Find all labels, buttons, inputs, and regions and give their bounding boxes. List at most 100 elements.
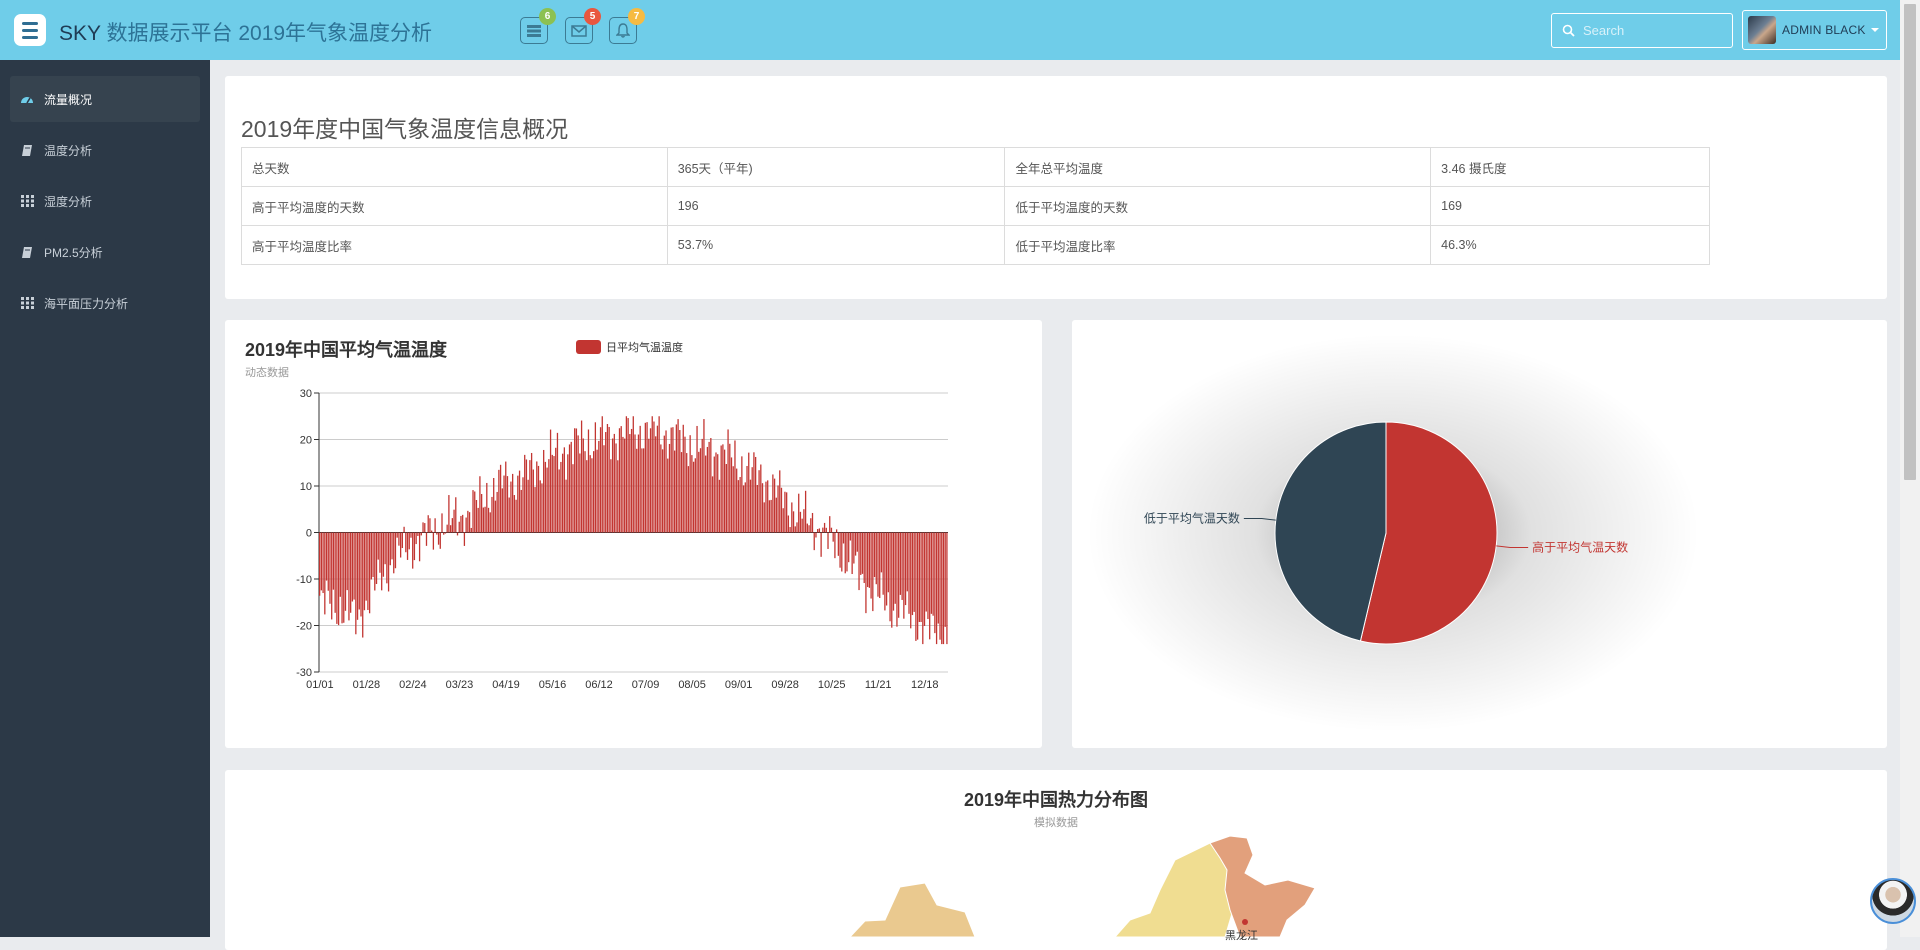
chart-bar — [634, 434, 636, 533]
chart-bar — [444, 532, 447, 534]
chart-bar — [835, 529, 838, 533]
chart-bar — [930, 532, 933, 614]
chart-bar — [337, 532, 340, 626]
sidebar-item-pm25[interactable]: PM2.5分析 — [10, 229, 200, 275]
chart-bar — [942, 532, 945, 645]
chart-bar — [754, 456, 757, 533]
sidebar-item-humidity[interactable]: 湿度分析 — [10, 178, 200, 224]
notifications-button[interactable]: 7 — [609, 8, 645, 44]
chart-bar — [687, 466, 690, 533]
chart-bar — [453, 509, 455, 533]
page-scrollbar[interactable] — [1900, 0, 1920, 937]
sidebar-item-label: 温度分析 — [44, 143, 93, 158]
chart-bar — [680, 452, 683, 533]
chart-bar — [439, 532, 441, 549]
chart-bar — [682, 424, 684, 533]
chart-bar — [503, 475, 505, 533]
dashboard-icon — [20, 92, 34, 106]
chart-bar — [684, 436, 686, 533]
y-tick-label: 30 — [300, 388, 312, 400]
chart-bar — [605, 432, 607, 533]
messages-button[interactable]: 5 — [565, 8, 601, 44]
chart-bar — [627, 418, 629, 533]
chart-bar — [522, 477, 524, 533]
chart-bar — [875, 532, 877, 585]
chart-bar — [782, 508, 784, 533]
chart-bar — [786, 492, 788, 533]
table-row: 高于平均温度比率 53.7% 低于平均温度比率 46.3% — [241, 225, 1710, 265]
chart-bar — [394, 532, 397, 569]
chart-bar — [343, 532, 345, 623]
y-tick-label: -10 — [296, 574, 312, 586]
chart-bar — [405, 532, 407, 553]
chart-bar — [598, 440, 600, 533]
table-cell: 196 — [666, 186, 1006, 226]
chart-bar — [510, 481, 512, 533]
envelope-icon — [571, 24, 587, 37]
chart-bar — [362, 532, 364, 638]
chart-bar — [705, 455, 707, 533]
chart-bar — [367, 532, 369, 610]
chart-bar — [686, 453, 688, 533]
chart-bar — [363, 532, 366, 611]
menu-toggle-button[interactable] — [14, 14, 46, 46]
chart-bar — [694, 458, 696, 533]
chart-bar — [425, 532, 428, 546]
chart-bar — [372, 532, 374, 578]
chart-bar — [622, 436, 624, 533]
chart-bar — [839, 532, 841, 568]
chart-bar — [543, 449, 545, 533]
chart-bar — [796, 522, 798, 533]
chart-bar — [553, 456, 555, 533]
chart-bar — [448, 495, 450, 533]
chart-bar — [775, 497, 777, 533]
chart-bar — [596, 449, 598, 533]
chart-bar — [629, 434, 631, 533]
search-input[interactable] — [1583, 23, 1723, 38]
scrollbar-thumb[interactable] — [1904, 4, 1916, 480]
chart-bar — [599, 427, 602, 533]
chart-bar — [661, 449, 664, 533]
chart-bar — [870, 532, 872, 599]
chart-bar — [860, 532, 862, 575]
floating-avatar[interactable] — [1870, 878, 1916, 924]
chart-bar — [751, 467, 753, 533]
chart-bar — [524, 454, 526, 533]
chart-bar — [653, 421, 655, 533]
user-menu[interactable]: ADMIN BLACK — [1742, 10, 1887, 50]
chart-bar — [794, 526, 796, 533]
chart-bar — [513, 495, 516, 533]
tasks-button[interactable]: 6 — [520, 8, 556, 44]
chart-bar — [420, 532, 422, 536]
chart-bar — [922, 532, 924, 645]
chart-bar — [715, 452, 717, 533]
x-tick-label: 12/18 — [911, 679, 939, 691]
chart-bar — [908, 532, 910, 614]
chart-bar — [560, 461, 562, 533]
table-cell: 365天（平年) — [666, 147, 1006, 187]
chart-bar — [493, 478, 495, 533]
chart-bar — [639, 425, 641, 533]
chart-bar — [417, 532, 419, 536]
table-row: 总天数 365天（平年) 全年总平均温度 3.46 摄氏度 — [241, 147, 1710, 187]
chart-bar — [455, 497, 457, 533]
sidebar-item-traffic-overview[interactable]: 流量概况 — [10, 76, 200, 122]
chart-bar — [517, 475, 519, 533]
chart-bar — [325, 532, 328, 581]
chart-bar — [387, 532, 390, 592]
chart-bar — [636, 448, 638, 533]
chart-bar — [842, 532, 845, 544]
chart-bar — [825, 527, 827, 533]
tasks-badge: 6 — [539, 8, 556, 25]
book-icon — [20, 143, 34, 157]
chart-bar — [846, 532, 848, 572]
search-box[interactable] — [1551, 13, 1733, 48]
sidebar-item-temperature[interactable]: 温度分析 — [10, 127, 200, 173]
chart-bar — [701, 438, 703, 533]
chart-bar — [894, 532, 896, 604]
search-icon — [1562, 24, 1575, 37]
table-cell: 46.3% — [1430, 225, 1710, 265]
chart-bar — [374, 532, 376, 591]
chart-bar — [773, 478, 776, 533]
sidebar-item-sea-level-pressure[interactable]: 海平面压力分析 — [10, 280, 200, 326]
